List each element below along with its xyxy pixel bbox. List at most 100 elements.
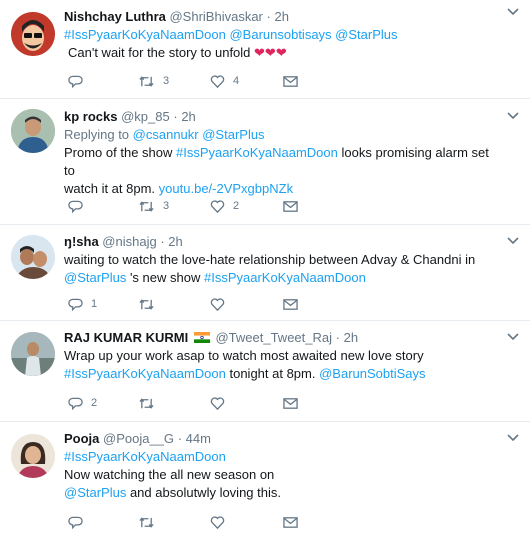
- heart-icon: [210, 396, 225, 410]
- timestamp[interactable]: 44m: [186, 431, 211, 446]
- replying-to-label: Replying to: [64, 127, 130, 142]
- display-name[interactable]: Pooja: [64, 431, 99, 446]
- reply-icon: [68, 298, 83, 311]
- hashtag-link[interactable]: #IssPyaarKoKyaNaamDoon: [64, 366, 226, 381]
- tweet-text: Can't wait for the story to unfold ❤❤❤: [64, 44, 502, 62]
- reply-button[interactable]: 2: [68, 393, 97, 413]
- mention-link[interactable]: @StarPlus: [64, 485, 126, 500]
- reply-button[interactable]: [68, 196, 91, 216]
- tweet-feed: Nishchay Luthra @ShriBhivaskar · 2h #Iss…: [0, 0, 530, 535]
- avatar[interactable]: [11, 109, 55, 153]
- avatar[interactable]: [11, 235, 55, 279]
- retweet-button[interactable]: 3: [138, 196, 169, 216]
- display-name[interactable]: Nishchay Luthra: [64, 9, 166, 24]
- reply-icon: [68, 397, 83, 410]
- timestamp[interactable]: 2h: [181, 109, 195, 124]
- user-handle[interactable]: @ShriBhivaskar: [169, 9, 262, 24]
- retweet-button[interactable]: 3: [138, 71, 169, 91]
- tweet-text-line: watch it at 8pm.: [64, 181, 156, 196]
- tweet-text: Promo of the show #IssPyaarKoKyaNaamDoon…: [64, 144, 502, 180]
- user-handle[interactable]: @kp_85: [121, 109, 170, 124]
- retweet-button[interactable]: [138, 512, 163, 532]
- india-flag-icon: [193, 332, 210, 343]
- reply-count: 2: [91, 397, 98, 409]
- tweet-text-line: 's new show: [129, 270, 201, 285]
- tweet[interactable]: Pooja @Pooja__G · 44m #IssPyaarKoKyaNaam…: [0, 422, 530, 535]
- avatar[interactable]: [11, 332, 55, 376]
- tweet-text-line: Can't wait for the story to unfold: [68, 45, 251, 60]
- like-button[interactable]: 2: [210, 196, 239, 216]
- tweet[interactable]: ŋ!sha @nishajg · 2h waiting to watch the…: [0, 225, 530, 321]
- heart-emoji: ❤❤❤: [254, 45, 287, 60]
- tweet-text-line: Wrap up your work asap to watch most awa…: [64, 348, 424, 363]
- hashtag-link[interactable]: #IssPyaarKoKyaNaamDoon: [176, 145, 338, 160]
- retweet-count: 3: [163, 75, 170, 87]
- avatar[interactable]: [11, 12, 55, 56]
- like-button[interactable]: [210, 393, 233, 413]
- reply-button[interactable]: [68, 71, 91, 91]
- retweet-button[interactable]: [138, 393, 163, 413]
- avatar[interactable]: [11, 434, 55, 478]
- retweet-icon: [139, 397, 154, 409]
- replying-to-mentions[interactable]: @csannukr @StarPlus: [133, 127, 265, 142]
- reply-button[interactable]: 1: [68, 294, 97, 314]
- envelope-icon: [283, 516, 298, 528]
- user-handle[interactable]: @nishajg: [102, 234, 156, 249]
- mention-link[interactable]: @BarunSobtiSays: [319, 366, 425, 381]
- hashtag-link[interactable]: #IssPyaarKoKyaNaamDoon: [204, 270, 366, 285]
- display-name[interactable]: kp rocks: [64, 109, 117, 124]
- tweet-text-line: Now watching the all new season on: [64, 467, 275, 482]
- reply-icon: [68, 75, 83, 88]
- avatar-photo: [11, 332, 55, 376]
- tweet[interactable]: RAJ KUMAR KURMI @Tweet_Tweet_Raj · 2h Wr…: [0, 321, 530, 422]
- url-link[interactable]: youtu.be/-2VPxgbpNZk: [159, 181, 293, 196]
- tweet-text: @StarPlus 's new show #IssPyaarKoKyaNaam…: [64, 269, 502, 287]
- reply-icon: [68, 200, 83, 213]
- chevron-down-icon[interactable]: [506, 430, 520, 444]
- heart-icon: [210, 515, 225, 529]
- reply-icon: [68, 516, 83, 529]
- display-name[interactable]: RAJ KUMAR KURMI: [64, 330, 188, 345]
- retweet-button[interactable]: [138, 294, 163, 314]
- tweet-text-line: Promo of the show: [64, 145, 173, 160]
- timestamp[interactable]: 2h: [274, 9, 288, 24]
- direct-message-button[interactable]: [283, 393, 298, 413]
- separator-dot: ·: [160, 234, 165, 249]
- retweet-icon: [139, 516, 154, 528]
- envelope-icon: [283, 75, 298, 87]
- tweet-hashtags-mentions[interactable]: #IssPyaarKoKyaNaamDoon @Barunsobtisays @…: [64, 26, 502, 44]
- like-button[interactable]: 4: [210, 71, 239, 91]
- mention-link[interactable]: @StarPlus: [64, 270, 126, 285]
- user-handle[interactable]: @Pooja__G: [103, 431, 174, 446]
- direct-message-button[interactable]: [283, 71, 298, 91]
- tweet-text: #IssPyaarKoKyaNaamDoon tonight at 8pm. @…: [64, 365, 502, 383]
- chevron-down-icon[interactable]: [506, 329, 520, 343]
- tweet[interactable]: kp rocks @kp_85 · 2h Replying to @csannu…: [0, 99, 530, 225]
- like-button[interactable]: [210, 512, 233, 532]
- hashtag-link[interactable]: #IssPyaarKoKyaNaamDoon: [64, 448, 502, 466]
- retweet-icon: [139, 75, 154, 87]
- chevron-down-icon[interactable]: [506, 4, 520, 18]
- chevron-down-icon[interactable]: [506, 233, 520, 247]
- like-button[interactable]: [210, 294, 233, 314]
- like-count: 4: [233, 75, 240, 87]
- tweet-text-line: waiting to watch the love-hate relations…: [64, 252, 476, 267]
- direct-message-button[interactable]: [283, 196, 298, 216]
- avatar-photo: [11, 109, 55, 153]
- tweet[interactable]: Nishchay Luthra @ShriBhivaskar · 2h #Iss…: [0, 0, 530, 99]
- user-handle[interactable]: @Tweet_Tweet_Raj: [215, 330, 332, 345]
- direct-message-button[interactable]: [283, 294, 298, 314]
- direct-message-button[interactable]: [283, 512, 298, 532]
- timestamp[interactable]: 2h: [344, 330, 358, 345]
- separator-dot: ·: [173, 109, 178, 124]
- envelope-icon: [283, 397, 298, 409]
- chevron-down-icon[interactable]: [506, 108, 520, 122]
- reply-button[interactable]: [68, 512, 91, 532]
- envelope-icon: [283, 298, 298, 310]
- timestamp[interactable]: 2h: [168, 234, 182, 249]
- display-name[interactable]: ŋ!sha: [64, 234, 99, 249]
- reply-count: 1: [91, 298, 98, 310]
- like-count: 2: [233, 200, 240, 212]
- tweet-text: @StarPlus and absolutwly loving this.: [64, 484, 502, 502]
- heart-icon: [210, 199, 225, 213]
